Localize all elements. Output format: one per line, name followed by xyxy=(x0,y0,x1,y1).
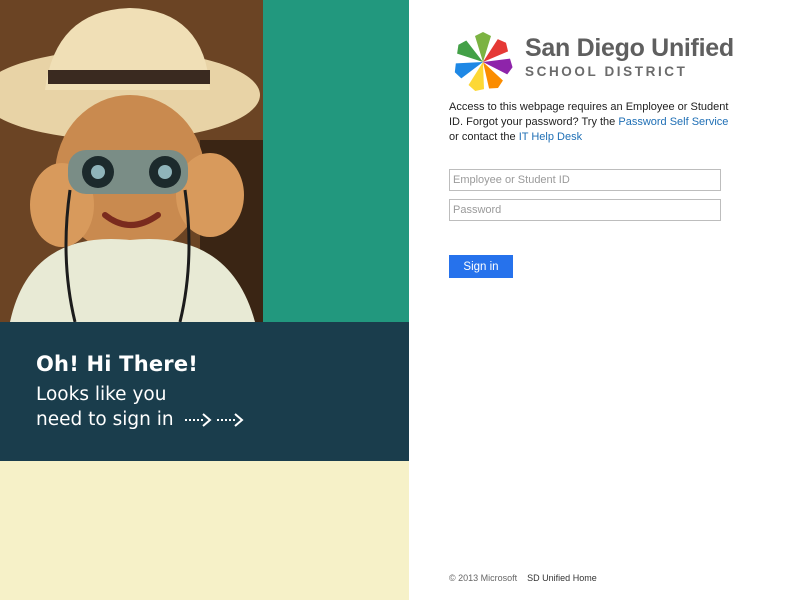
district-logo: San Diego Unified SCHOOL DISTRICT xyxy=(449,30,749,91)
logo-name-line2: SCHOOL DISTRICT xyxy=(525,64,688,79)
dotted-arrows-icon xyxy=(185,413,244,427)
teal-color-block xyxy=(263,0,409,322)
banner-subtitle-line1: Looks like you xyxy=(36,384,167,405)
sign-in-button[interactable]: Sign in xyxy=(449,255,513,278)
password-input[interactable] xyxy=(449,199,721,221)
footer: © 2013 Microsoft SD Unified Home xyxy=(449,573,597,583)
access-instructions: Access to this webpage requires an Emplo… xyxy=(449,100,729,145)
banner-title: Oh! Hi There! xyxy=(36,352,199,376)
banner-subtitle-line2: need to sign in xyxy=(36,409,174,430)
star-flower-logo-icon xyxy=(454,32,513,91)
banner-subtitle-line2-row: need to sign in xyxy=(36,407,266,432)
intro-text-middle: or contact the xyxy=(449,131,519,143)
it-help-desk-link[interactable]: IT Help Desk xyxy=(519,131,582,143)
cream-color-block xyxy=(0,461,409,600)
illustration-panel: Oh! Hi There! Looks like you need to sig… xyxy=(0,0,409,600)
password-self-service-link[interactable]: Password Self Service xyxy=(618,116,728,128)
child-with-binoculars-photo xyxy=(0,0,263,322)
employee-or-student-id-input[interactable] xyxy=(449,169,721,191)
photo-illustration xyxy=(0,0,263,322)
sd-unified-home-link[interactable]: SD Unified Home xyxy=(527,573,597,583)
logo-name-line1: San Diego Unified xyxy=(525,34,734,62)
sign-in-panel: San Diego Unified SCHOOL DISTRICT Access… xyxy=(409,0,800,600)
copyright-text: © 2013 Microsoft xyxy=(449,573,518,583)
greeting-banner: Oh! Hi There! Looks like you need to sig… xyxy=(0,322,409,461)
banner-subtitle: Looks like you need to sign in xyxy=(36,382,266,432)
logo-wordmark: San Diego Unified SCHOOL DISTRICT xyxy=(525,34,734,79)
